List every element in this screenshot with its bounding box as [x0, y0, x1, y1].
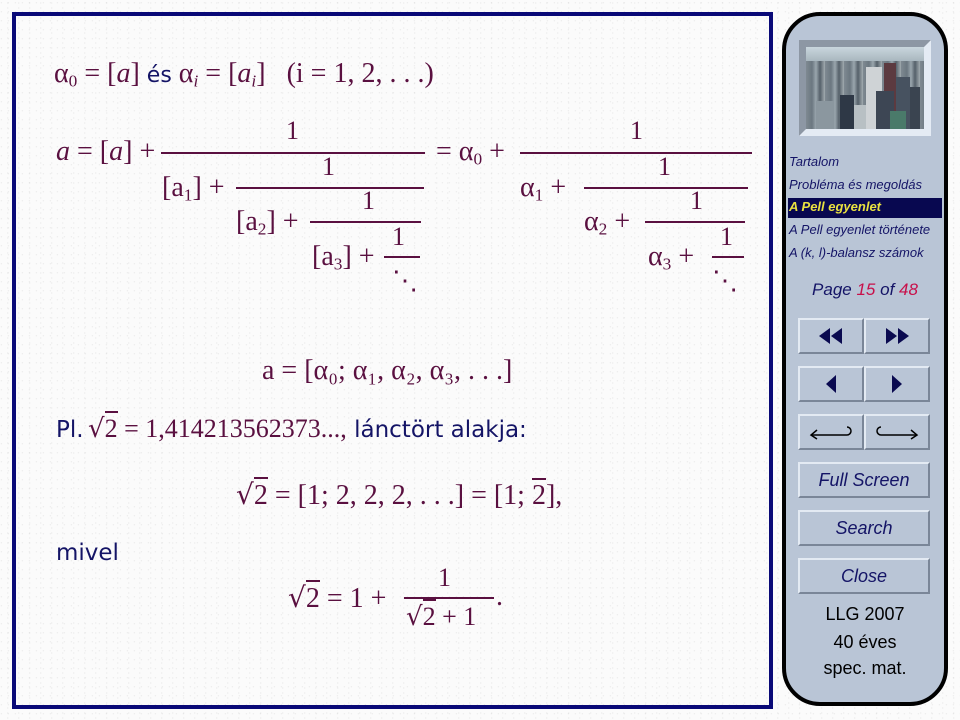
return-left-arrow-icon	[809, 426, 852, 440]
nav-item-balancing-numbers[interactable]: A (k, l)-balansz számok	[788, 244, 942, 264]
footer-line-1: LLG 2007	[825, 604, 905, 624]
fraction-bar	[236, 187, 424, 189]
numerator: 1	[630, 116, 643, 145]
first-page-button[interactable]	[798, 318, 864, 354]
fraction-bar	[584, 187, 748, 189]
city-thumbnail-image	[799, 40, 931, 136]
page-indicator: Page 15 of 48	[812, 280, 918, 299]
full-screen-button[interactable]: Full Screen	[798, 462, 930, 498]
numerator: 1	[322, 152, 335, 181]
alpha-definition: α0 = [a] és αi = [ai] (i = 1, 2, . . .)	[54, 58, 434, 91]
alpha-symbol: α	[54, 58, 69, 89]
fraction-bar	[404, 597, 494, 599]
cf-left-row2: [a2] +	[236, 206, 299, 239]
period: .	[496, 581, 503, 612]
bracket: ]	[130, 58, 140, 89]
var-a: a	[116, 58, 131, 89]
example-suffix: lánctört alakja:	[346, 417, 527, 443]
close-button[interactable]: Close	[798, 558, 930, 594]
alpha-symbol: α	[178, 58, 194, 89]
ellipsis: ⋱	[392, 266, 418, 295]
numerator: 1	[690, 186, 703, 215]
equals: = [	[77, 58, 117, 89]
var-a: a	[237, 58, 252, 89]
current-page: 15	[856, 280, 876, 299]
return-right-arrow-icon	[876, 426, 919, 440]
left-arrow-icon	[826, 375, 836, 393]
previous-page-button[interactable]	[798, 366, 864, 402]
denominator: √2 + 1	[406, 599, 476, 632]
cf-right-row1: α1 +	[520, 172, 567, 205]
cf-right-row3: α3 +	[648, 241, 695, 274]
go-back-button[interactable]	[798, 414, 864, 450]
nav-item-problem-solution[interactable]: Probléma és megoldás	[788, 176, 942, 196]
numerator: 1	[286, 116, 299, 145]
cf-left-lhs: a = [a] +	[56, 136, 156, 167]
example-line: Pl. √2 = 1,414213562373..., lánctört ala…	[56, 411, 527, 444]
example-label: Pl.	[56, 417, 84, 443]
nav-item-pell-history[interactable]: A Pell egyenlet története	[788, 221, 942, 241]
fraction-bar	[161, 152, 425, 154]
since-label: mivel	[56, 540, 119, 566]
conjunction-text: és	[139, 63, 179, 88]
equals: = [	[198, 58, 238, 89]
numerator: 1	[720, 222, 733, 251]
cf-left-row1: [a1] +	[162, 172, 225, 205]
cf-right-lhs: = α0 +	[436, 136, 505, 169]
numerator: 1	[658, 152, 671, 181]
right-arrow-icon	[892, 375, 902, 393]
ellipsis: ⋱	[712, 266, 738, 295]
sqrt2: √2 = 1,414213562373...,	[88, 411, 347, 444]
double-left-arrow-icon	[819, 328, 842, 344]
total-pages: 48	[899, 280, 918, 299]
fraction-bar	[712, 256, 744, 258]
footer-line-3: spec. mat.	[823, 658, 907, 678]
numerator: 1	[362, 186, 375, 215]
last-page-button[interactable]	[864, 318, 930, 354]
go-forward-button[interactable]	[864, 414, 930, 450]
sqrt2-continued-fraction: √2 = [1; 2, 2, 2, . . .] = [1; 2],	[236, 477, 563, 511]
search-button[interactable]: Search	[798, 510, 930, 546]
bracket: ]	[256, 58, 266, 89]
index-condition: (i = 1, 2, . . .)	[286, 58, 434, 89]
cf-left-row3: [a3] +	[312, 241, 375, 274]
next-page-button[interactable]	[864, 366, 930, 402]
identity-lhs: √2 = 1 +	[288, 580, 387, 614]
nav-item-contents[interactable]: Tartalom	[788, 153, 942, 173]
fraction-bar	[384, 256, 420, 258]
cf-right-row2: α2 +	[584, 206, 631, 239]
footer-line-2: 40 éves	[833, 632, 897, 652]
numerator: 1	[438, 563, 451, 592]
cf-notation: a = [α₀; α₁, α₂, α₃, . . .]	[262, 355, 513, 386]
double-right-arrow-icon	[886, 328, 909, 344]
nav-item-pell-equation[interactable]: A Pell egyenlet	[788, 198, 942, 218]
fraction-bar	[520, 152, 752, 154]
numerator: 1	[392, 222, 405, 251]
